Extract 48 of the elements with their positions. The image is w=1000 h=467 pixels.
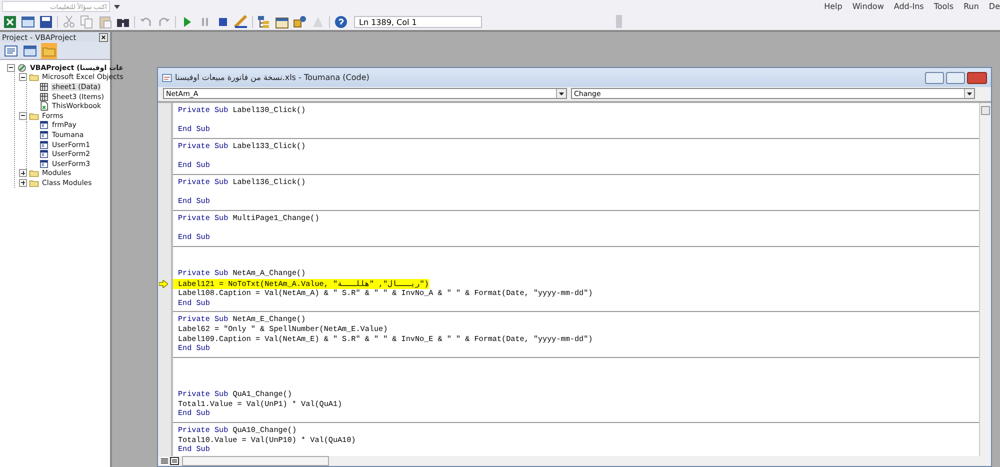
module-view-icon[interactable] [170,457,179,465]
form-icon[interactable] [21,14,35,28]
folder-icon [29,72,39,82]
close-button[interactable]: × [99,32,108,42]
collapse-toggle[interactable] [19,112,27,120]
menu-item[interactable]: Help [824,2,842,11]
form-icon [39,120,49,130]
horizontal-scrollbar[interactable] [182,456,329,466]
form-icon [39,149,49,160]
worksheet-icon [39,82,49,92]
form-icon [39,130,49,140]
properties-icon[interactable] [275,14,289,28]
panel-toolbar-button[interactable] [3,42,19,58]
vertical-scrollbar[interactable] [979,103,991,456]
form-icon [39,140,49,150]
collapse-toggle[interactable] [7,64,15,72]
code-view-icon [4,44,18,58]
tree-icon[interactable] [257,14,271,28]
help-icon[interactable] [334,14,348,28]
ruler-pencil-icon[interactable] [234,14,248,28]
code-window-icon [162,72,172,82]
collapse-toggle[interactable] [19,73,27,82]
folder-icon [29,110,39,121]
dropdown-arrow-icon[interactable] [114,4,120,10]
menu-item[interactable]: Run [964,2,979,11]
restore-button[interactable] [946,72,965,84]
spreadsheet-icon[interactable] [3,14,17,28]
expand-toggle[interactable] [19,178,27,187]
panel-toolbar-button[interactable] [22,42,38,58]
menu-item[interactable]: Window [852,2,884,11]
project-icon [17,62,27,73]
folder-icon [29,178,39,188]
object-browser-icon[interactable] [293,14,307,28]
procedure-view-icon[interactable] [160,457,169,465]
workbook-icon [39,101,49,112]
folder-icon [29,168,39,178]
menu-item[interactable]: Tools [934,2,954,11]
minimize-button[interactable] [925,72,944,84]
form-icon [23,44,37,58]
cursor-position-field: Ln 1389, Col 1 [354,16,482,28]
expand-toggle[interactable] [19,169,27,178]
form-icon [39,158,49,169]
window-title: نسخة من فاتورة مبيعات اوفيسنا.xls - Toumana (Code) [175,73,370,82]
menu-item[interactable]: Add-Ins [894,2,924,11]
arrow-icon [159,280,168,288]
worksheet-icon [39,92,49,102]
menu-item[interactable]: De [988,2,1000,11]
close-button[interactable] [967,72,987,84]
